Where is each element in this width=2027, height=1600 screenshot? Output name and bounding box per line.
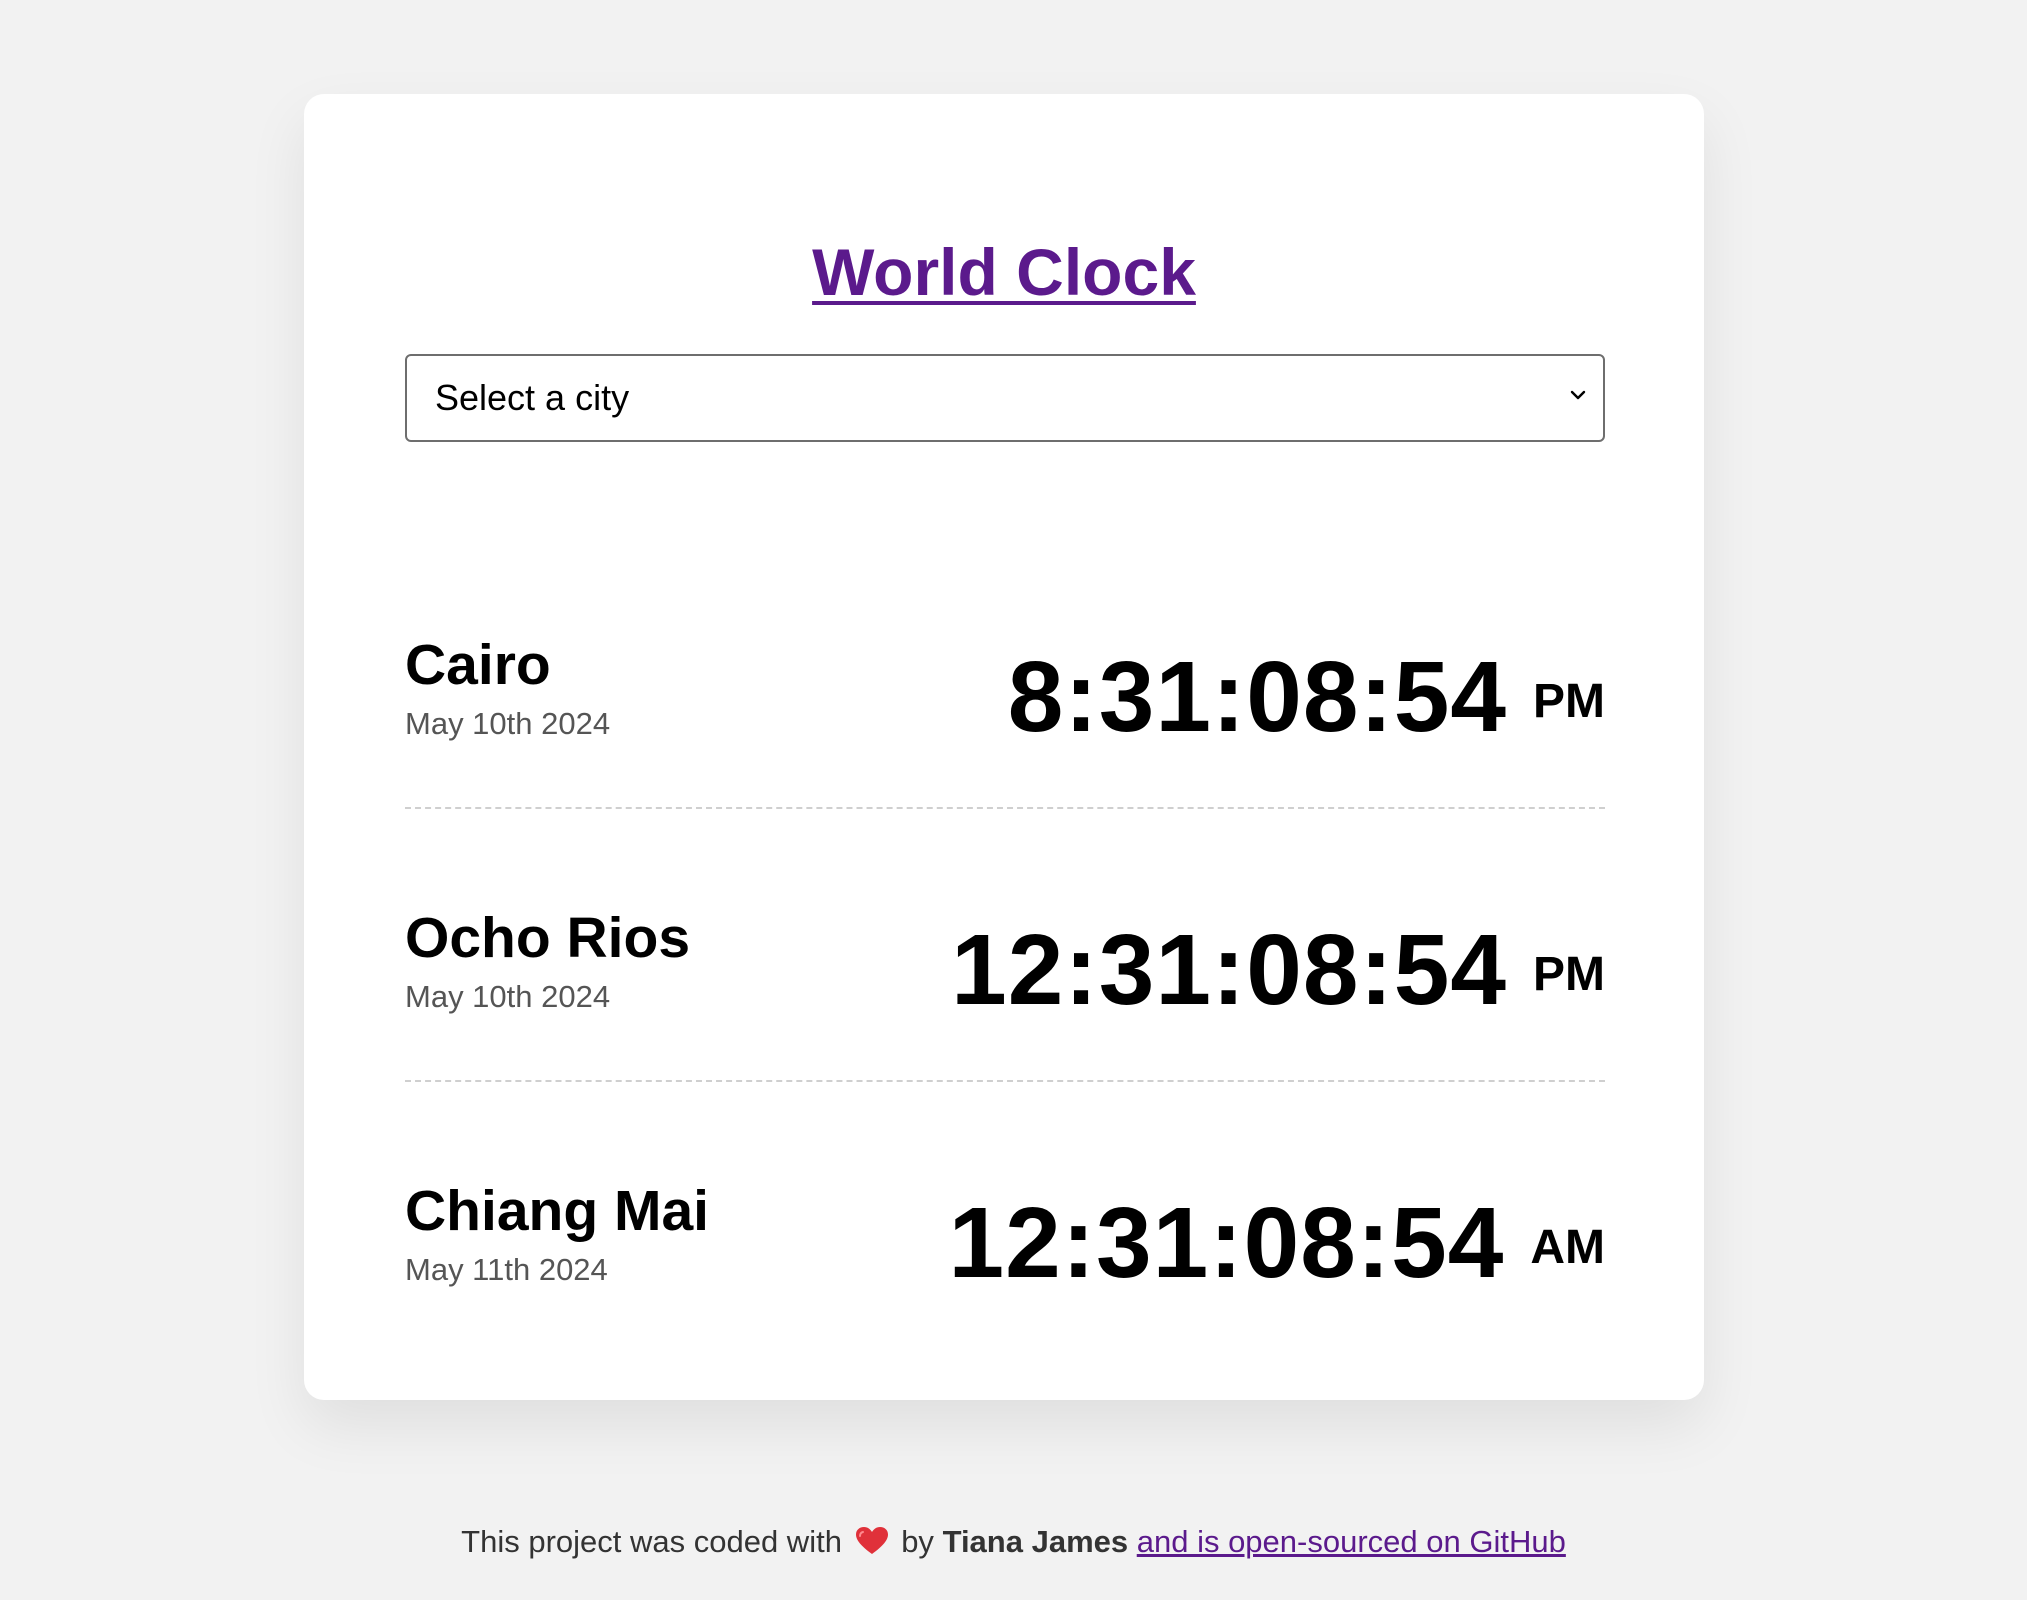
city-name: Ocho Rios bbox=[405, 906, 691, 970]
city-name: Cairo bbox=[405, 633, 551, 697]
city-row: Cairo May 10th 2024 8:31:08:54 PM bbox=[405, 536, 1605, 809]
city-date: May 11th 2024 bbox=[405, 1252, 608, 1287]
city-name: Chiang Mai bbox=[405, 1179, 710, 1243]
heart-icon bbox=[855, 1527, 888, 1554]
time-digits: 12:31:08:54 bbox=[951, 914, 1507, 1026]
city-date: May 10th 2024 bbox=[405, 979, 611, 1014]
city-select[interactable]: Select a city bbox=[405, 354, 1605, 442]
time-digits: 12:31:08:54 bbox=[948, 1187, 1505, 1299]
world-clock-card: World Clock Select a city Cairo May 10th… bbox=[304, 94, 1704, 1400]
footer-by: by bbox=[901, 1524, 934, 1559]
title-link[interactable]: World Clock bbox=[812, 235, 1196, 309]
footer-author: Tiana James bbox=[942, 1524, 1129, 1559]
city-time: 12:31:08:54 PM bbox=[951, 915, 1605, 1025]
time-digits: 8:31:08:54 bbox=[1007, 641, 1507, 753]
city-date: May 10th 2024 bbox=[405, 706, 611, 741]
city-row: Chiang Mai May 11th 2024 12:31:08:54 AM bbox=[405, 1082, 1605, 1355]
time-ampm: PM bbox=[1533, 948, 1605, 1001]
city-row: Ocho Rios May 10th 2024 12:31:08:54 PM bbox=[405, 809, 1605, 1082]
city-time: 8:31:08:54 PM bbox=[1008, 642, 1605, 752]
github-link[interactable]: and is open-sourced on GitHub bbox=[1137, 1524, 1566, 1559]
footer: This project was coded with by Tiana Jam… bbox=[0, 1518, 2027, 1566]
chevron-down-icon bbox=[1570, 390, 1586, 400]
time-ampm: PM bbox=[1533, 675, 1605, 728]
page-title: World Clock bbox=[304, 232, 1704, 312]
city-time: 12:31:08:54 AM bbox=[949, 1188, 1605, 1298]
footer-prefix: This project was coded with bbox=[461, 1524, 842, 1559]
city-select-value: Select a city bbox=[435, 377, 630, 418]
time-ampm: AM bbox=[1530, 1221, 1605, 1274]
